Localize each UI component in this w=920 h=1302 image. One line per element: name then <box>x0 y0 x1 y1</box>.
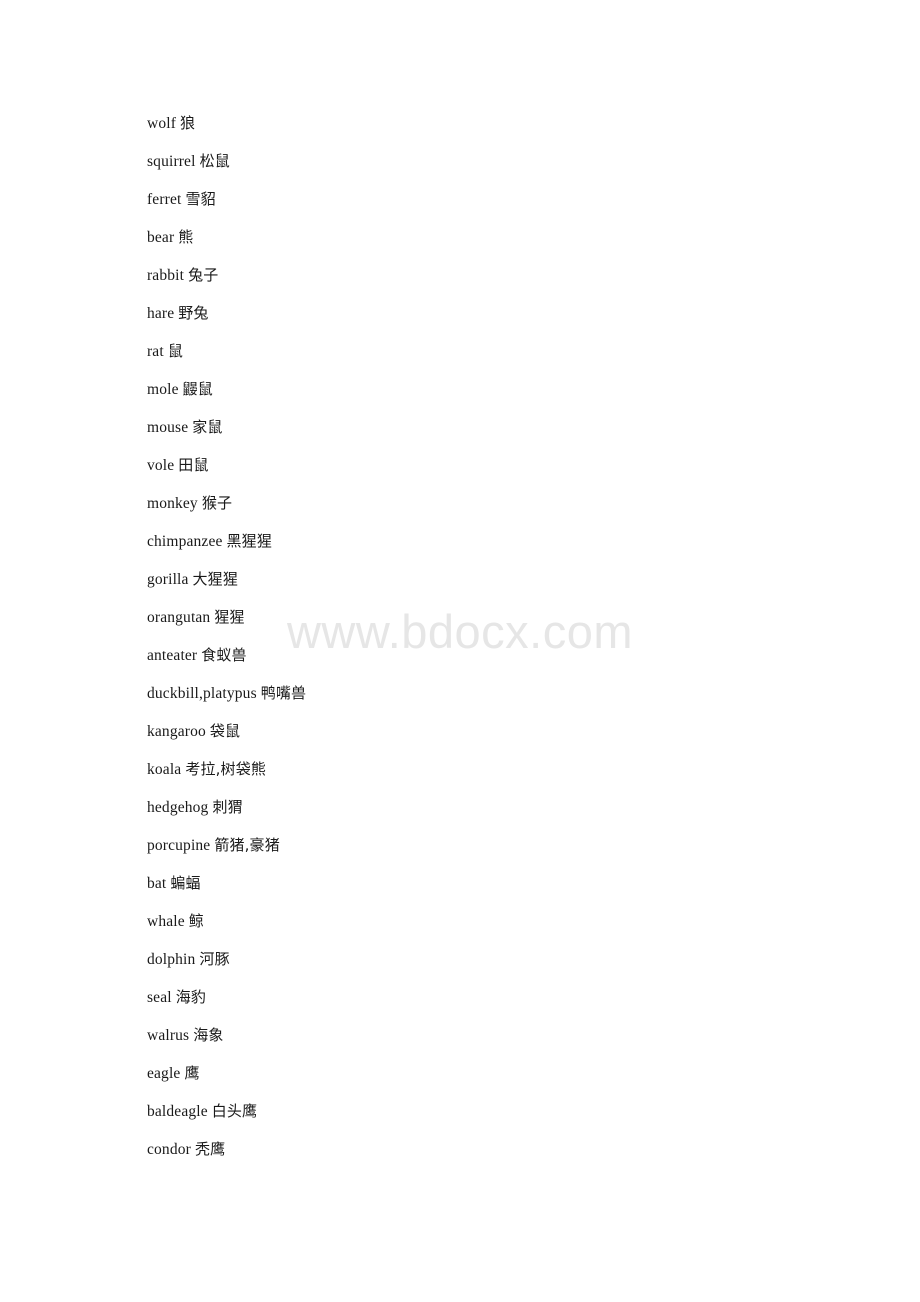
vocabulary-entry: gorilla 大猩猩 <box>147 560 847 598</box>
vocabulary-entry-chinese: 田鼠 <box>178 456 209 474</box>
vocabulary-entry-english: dolphin <box>147 951 196 968</box>
vocabulary-entry-chinese: 鼹鼠 <box>182 380 213 398</box>
vocabulary-list: wolf 狼 squirrel 松鼠 ferret 雪貂 bear 熊 rabbit 兔子 hare… <box>147 104 847 1168</box>
vocabulary-entry-english: chimpanzee <box>147 533 223 550</box>
vocabulary-entry-english: anteater <box>147 647 198 664</box>
vocabulary-entry-english: duckbill,platypus <box>147 685 257 702</box>
vocabulary-entry-chinese: 刺猬 <box>212 798 243 816</box>
document-page: www.bdocx.com wolf 狼 squirrel 松鼠 ferret 雪貂 bea… <box>0 0 920 1302</box>
vocabulary-entry: eagle 鹰 <box>147 1054 847 1092</box>
vocabulary-entry-chinese: 箭猪,豪猪 <box>214 836 280 854</box>
vocabulary-entry: mouse 家鼠 <box>147 408 847 446</box>
vocabulary-entry: orangutan 猩猩 <box>147 598 847 636</box>
vocabulary-entry-chinese: 海豹 <box>175 988 207 1006</box>
vocabulary-entry-chinese: 海象 <box>193 1026 224 1044</box>
vocabulary-entry-english: bat <box>147 875 167 892</box>
vocabulary-entry-chinese: 袋鼠 <box>209 722 241 740</box>
vocabulary-entry: baldeagle 白头鹰 <box>147 1092 847 1130</box>
vocabulary-entry: dolphin 河豚 <box>147 940 847 978</box>
vocabulary-entry-chinese: 白头鹰 <box>211 1102 258 1120</box>
vocabulary-entry-english: porcupine <box>147 837 211 854</box>
vocabulary-entry-english: vole <box>147 457 175 474</box>
vocabulary-entry-english: gorilla <box>147 571 189 588</box>
vocabulary-entry-chinese: 蝙蝠 <box>170 874 201 892</box>
vocabulary-entry-english: koala <box>147 761 182 778</box>
vocabulary-entry: walrus 海象 <box>147 1016 847 1054</box>
vocabulary-entry-english: baldeagle <box>147 1103 208 1120</box>
vocabulary-entry-english: mouse <box>147 419 189 436</box>
vocabulary-entry-english: whale <box>147 913 185 930</box>
vocabulary-entry-chinese: 松鼠 <box>199 152 230 170</box>
vocabulary-entry: wolf 狼 <box>147 104 847 142</box>
vocabulary-entry-english: kangaroo <box>147 723 206 740</box>
vocabulary-entry: condor 秃鹰 <box>147 1130 847 1168</box>
vocabulary-entry-english: hare <box>147 305 175 322</box>
vocabulary-entry-english: walrus <box>147 1027 190 1044</box>
vocabulary-entry-chinese: 鼠 <box>167 342 183 360</box>
vocabulary-entry-chinese: 熊 <box>178 228 194 246</box>
vocabulary-entry: whale 鲸 <box>147 902 847 940</box>
vocabulary-entry-english: eagle <box>147 1065 181 1082</box>
vocabulary-entry: hedgehog 刺猬 <box>147 788 847 826</box>
vocabulary-entry-english: orangutan <box>147 609 211 626</box>
vocabulary-entry-chinese: 狼 <box>180 114 196 132</box>
vocabulary-entry: vole 田鼠 <box>147 446 847 484</box>
vocabulary-entry: mole 鼹鼠 <box>147 370 847 408</box>
vocabulary-entry: bear 熊 <box>147 218 847 256</box>
vocabulary-entry-chinese: 雪貂 <box>185 190 216 208</box>
vocabulary-entry-english: rat <box>147 343 164 360</box>
vocabulary-entry-chinese: 大猩猩 <box>192 570 238 588</box>
vocabulary-entry-english: squirrel <box>147 153 196 170</box>
vocabulary-entry: anteater 食蚁兽 <box>147 636 847 674</box>
vocabulary-entry-chinese: 秃鹰 <box>194 1140 226 1158</box>
vocabulary-entry-english: ferret <box>147 191 182 208</box>
vocabulary-entry: bat 蝙蝠 <box>147 864 847 902</box>
vocabulary-entry-chinese: 河豚 <box>199 950 230 968</box>
vocabulary-entry: hare 野兔 <box>147 294 847 332</box>
vocabulary-entry: kangaroo 袋鼠 <box>147 712 847 750</box>
vocabulary-entry: rabbit 兔子 <box>147 256 847 294</box>
vocabulary-entry-chinese: 猩猩 <box>214 608 245 626</box>
vocabulary-entry: ferret 雪貂 <box>147 180 847 218</box>
vocabulary-entry-chinese: 鸭嘴兽 <box>260 684 307 702</box>
vocabulary-entry-chinese: 鲸 <box>188 912 204 930</box>
vocabulary-entry-chinese: 鹰 <box>184 1064 200 1082</box>
vocabulary-entry-english: rabbit <box>147 267 185 284</box>
vocabulary-entry-english: monkey <box>147 495 198 512</box>
vocabulary-entry-english: mole <box>147 381 179 398</box>
vocabulary-entry: duckbill,platypus 鸭嘴兽 <box>147 674 847 712</box>
vocabulary-entry: monkey 猴子 <box>147 484 847 522</box>
vocabulary-entry-chinese: 家鼠 <box>192 418 223 436</box>
vocabulary-entry: rat 鼠 <box>147 332 847 370</box>
vocabulary-entry-english: bear <box>147 229 175 246</box>
vocabulary-entry-english: hedgehog <box>147 799 209 816</box>
vocabulary-entry-chinese: 兔子 <box>188 266 219 284</box>
vocabulary-entry: squirrel 松鼠 <box>147 142 847 180</box>
vocabulary-entry-english: wolf <box>147 115 177 132</box>
vocabulary-entry: koala 考拉,树袋熊 <box>147 750 847 788</box>
vocabulary-entry-english: seal <box>147 989 172 1006</box>
vocabulary-entry-chinese: 猴子 <box>201 494 233 512</box>
vocabulary-entry-chinese: 野兔 <box>178 304 209 322</box>
vocabulary-entry-english: condor <box>147 1141 191 1158</box>
vocabulary-entry: porcupine 箭猪,豪猪 <box>147 826 847 864</box>
vocabulary-entry: chimpanzee 黑猩猩 <box>147 522 847 560</box>
vocabulary-entry: seal 海豹 <box>147 978 847 1016</box>
vocabulary-entry-chinese: 黑猩猩 <box>226 532 272 550</box>
vocabulary-entry-chinese: 食蚁兽 <box>201 646 247 664</box>
vocabulary-entry-chinese: 考拉,树袋熊 <box>185 760 266 778</box>
